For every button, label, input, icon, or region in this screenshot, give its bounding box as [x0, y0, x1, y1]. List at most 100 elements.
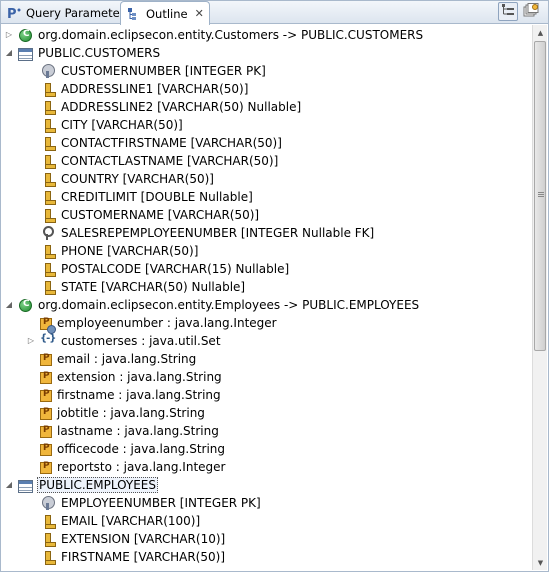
tree-item[interactable]: FIRSTNAME [VARCHAR(50)]	[0, 548, 531, 566]
tree-item-label: CREDITLIMIT [DOUBLE Nullable]	[61, 190, 253, 204]
collapsed-twisty-icon[interactable]: ▷	[26, 336, 36, 346]
tree-item-label: employeenumber : java.lang.Integer	[57, 316, 277, 330]
tree-item-label: email : java.lang.String	[57, 352, 197, 366]
tree-item-label: ADDRESSLINE2 [VARCHAR(50) Nullable]	[61, 100, 302, 114]
expanded-twisty-icon[interactable]: ◢	[4, 480, 14, 490]
tree-item-label: org.domain.eclipsecon.entity.Employees -…	[38, 298, 420, 312]
tree-item[interactable]: EMAIL [VARCHAR(100)]	[0, 512, 531, 530]
tab-query-parameters[interactable]: P Query Parameters	[1, 2, 130, 24]
view-toolbar	[498, 2, 541, 21]
tree-item[interactable]: COUNTRY [VARCHAR(50)]	[0, 170, 531, 188]
tree-item[interactable]: ◢ PUBLIC.EMPLOYEES	[0, 476, 531, 494]
close-icon[interactable]: ✕	[195, 7, 204, 20]
vertical-scrollbar[interactable]: ▲ ▼	[532, 25, 547, 570]
query-parameters-icon: P	[7, 6, 21, 22]
tree-item-label: jobtitle : java.lang.String	[57, 406, 205, 420]
tree-item-label: EMAIL [VARCHAR(100)]	[61, 514, 201, 528]
column-icon	[40, 243, 56, 259]
expanded-twisty-icon[interactable]: ◢	[4, 300, 14, 310]
tree-item-label: officecode : java.lang.String	[57, 442, 226, 456]
tree-item-label: PHONE [VARCHAR(50)]	[61, 244, 199, 258]
tree-item-label: EMPLOYEENUMBER [INTEGER PK]	[61, 496, 261, 510]
tree-item[interactable]: CUSTOMERNUMBER [INTEGER PK]	[0, 62, 531, 80]
primary-key-column-icon	[40, 63, 56, 79]
tree-item[interactable]: CITY [VARCHAR(50)]	[0, 116, 531, 134]
property-icon	[40, 371, 52, 384]
tree-item[interactable]: PHONE [VARCHAR(50)]	[0, 242, 531, 260]
column-icon	[40, 261, 56, 277]
outline-tree[interactable]: ▷ org.domain.eclipsecon.entity.Customers …	[0, 25, 531, 570]
column-icon	[40, 153, 56, 169]
view-tab-bar: P Query Parameters Outline ✕	[0, 0, 549, 25]
table-icon	[18, 47, 33, 61]
column-icon	[40, 207, 56, 223]
property-icon	[40, 443, 52, 456]
tree-item-label: PUBLIC.EMPLOYEES	[37, 477, 158, 493]
view-options-icon	[523, 3, 539, 20]
column-icon	[40, 549, 56, 565]
tree-item-label: CONTACTFIRSTNAME [VARCHAR(50)]	[61, 136, 282, 150]
property-icon	[40, 461, 52, 474]
property-icon	[40, 425, 52, 438]
tab-outline[interactable]: Outline ✕	[120, 1, 210, 25]
tree-item-label: CUSTOMERNAME [VARCHAR(50)]	[61, 208, 260, 222]
tree-item[interactable]: extension : java.lang.String	[0, 368, 531, 386]
view-options-button[interactable]	[521, 2, 541, 21]
tree-item[interactable]: CONTACTLASTNAME [VARCHAR(50)]	[0, 152, 531, 170]
foreign-key-column-icon	[40, 225, 56, 241]
tree-item[interactable]: ◢ org.domain.eclipsecon.entity.Employees …	[0, 296, 531, 314]
tree-item-label: ADDRESSLINE1 [VARCHAR(50)]	[61, 82, 249, 96]
tree-item[interactable]: ▷ customerses : java.util.Set	[0, 332, 531, 350]
collection-icon	[40, 333, 56, 349]
column-icon	[40, 531, 56, 547]
tree-item[interactable]: employeenumber : java.lang.Integer	[0, 314, 531, 334]
tree-item[interactable]: firstname : java.lang.String	[0, 386, 531, 404]
column-icon	[40, 279, 56, 295]
property-icon	[40, 407, 52, 420]
tree-item[interactable]: lastname : java.lang.String	[0, 422, 531, 440]
column-icon	[40, 117, 56, 133]
tree-item[interactable]: EMPLOYEENUMBER [INTEGER PK]	[0, 494, 531, 512]
tree-item[interactable]: ◢ PUBLIC.CUSTOMERS	[0, 44, 531, 62]
tree-item-label: FIRSTNAME [VARCHAR(50)]	[61, 550, 225, 564]
tree-item[interactable]: EXTENSION [VARCHAR(10)]	[0, 530, 531, 548]
tree-item-label: CITY [VARCHAR(50)]	[61, 118, 183, 132]
tree-item-label: COUNTRY [VARCHAR(50)]	[61, 172, 214, 186]
table-icon	[18, 479, 33, 493]
tree-item[interactable]: email : java.lang.String	[0, 350, 531, 368]
primary-key-column-icon	[40, 495, 56, 511]
tree-item[interactable]: SALESREPEMPLOYEENUMBER [INTEGER Nullable…	[0, 224, 531, 242]
tree-item[interactable]: jobtitle : java.lang.String	[0, 404, 531, 422]
tree-item-label: PUBLIC.CUSTOMERS	[38, 46, 161, 60]
tree-item-label: POSTALCODE [VARCHAR(15) Nullable]	[61, 262, 290, 276]
tree-item-label: lastname : java.lang.String	[57, 424, 219, 438]
tree-item-label: extension : java.lang.String	[57, 370, 222, 384]
property-icon	[40, 353, 52, 366]
tree-item[interactable]: CREDITLIMIT [DOUBLE Nullable]	[0, 188, 531, 206]
tree-item-label: CONTACTLASTNAME [VARCHAR(50)]	[61, 154, 279, 168]
column-icon	[40, 135, 56, 151]
tree-item[interactable]: ▷ org.domain.eclipsecon.entity.Customers …	[0, 26, 531, 44]
tab-outline-label: Outline	[146, 6, 188, 21]
tree-item[interactable]: reportsto : java.lang.Integer	[0, 458, 531, 476]
tree-item[interactable]: officecode : java.lang.String	[0, 440, 531, 458]
class-icon	[19, 299, 32, 312]
tree-layout-button[interactable]	[498, 2, 518, 21]
collapsed-twisty-icon[interactable]: ▷	[4, 30, 14, 40]
tree-item[interactable]: CONTACTFIRSTNAME [VARCHAR(50)]	[0, 134, 531, 152]
tree-item[interactable]: ADDRESSLINE1 [VARCHAR(50)]	[0, 80, 531, 98]
scrollbar-thumb[interactable]	[534, 41, 546, 351]
tree-item[interactable]: POSTALCODE [VARCHAR(15) Nullable]	[0, 260, 531, 278]
column-icon	[40, 81, 56, 97]
tree-item-label: EXTENSION [VARCHAR(10)]	[61, 532, 226, 546]
expanded-twisty-icon[interactable]: ◢	[4, 48, 14, 58]
tree-item[interactable]: CUSTOMERNAME [VARCHAR(50)]	[0, 206, 531, 224]
tree-layout-icon	[501, 3, 515, 20]
column-icon	[40, 171, 56, 187]
tree-item-label: SALESREPEMPLOYEENUMBER [INTEGER Nullable…	[61, 226, 375, 240]
tree-item[interactable]: STATE [VARCHAR(50) Nullable]	[0, 278, 531, 296]
tree-item[interactable]: ADDRESSLINE2 [VARCHAR(50) Nullable]	[0, 98, 531, 116]
id-property-icon	[40, 317, 56, 334]
scroll-down-arrow-icon[interactable]: ▼	[533, 555, 548, 570]
scroll-up-arrow-icon[interactable]: ▲	[533, 25, 548, 40]
